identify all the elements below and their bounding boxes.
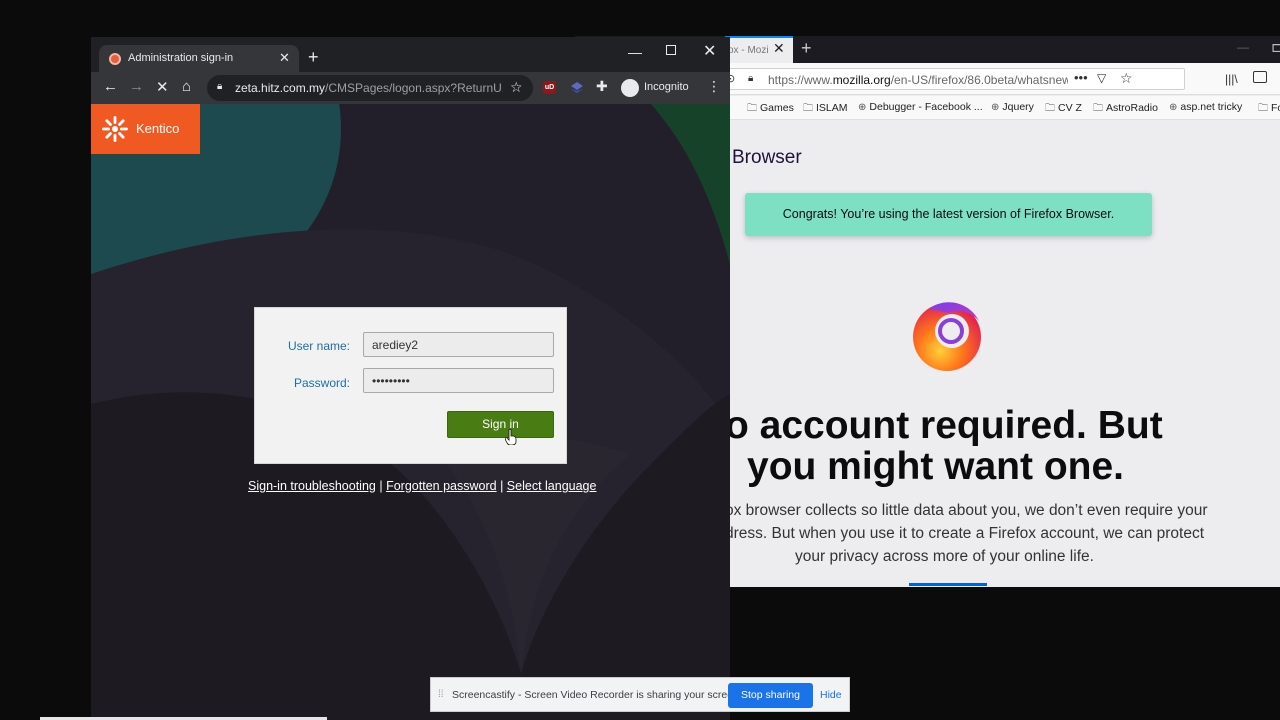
firefox-bookmark-star-icon[interactable]: ☆	[1120, 70, 1133, 87]
body-line-2: dress. But when you use it to create a F…	[725, 525, 1205, 542]
folder-icon: 🗀	[1093, 103, 1103, 114]
body-line-1: ox browser collects so little data about…	[725, 502, 1208, 519]
extensions-puzzle-icon[interactable]: ✚	[596, 78, 608, 95]
login-links: Sign-in troubleshooting | Forgotten pass…	[248, 479, 596, 493]
stop-sharing-button[interactable]: Stop sharing	[728, 683, 813, 708]
tab-favicon-icon	[109, 53, 121, 65]
maximize-icon[interactable]	[666, 45, 676, 55]
headline-line-1: o account required. But	[725, 404, 1163, 447]
drag-handle-icon[interactable]: ⁞⁞	[438, 689, 444, 700]
bookmark-item-cvz[interactable]: 🗀 CV Z	[1045, 101, 1082, 118]
bookmark-item-games[interactable]: 🗀 Games	[747, 101, 794, 118]
firefox-url-text: https://www.mozilla.org/en-US/firefox/86…	[768, 73, 1068, 87]
bookmark-item-aspnet[interactable]: ⊕ asp.net tricky	[1169, 101, 1242, 113]
firefox-new-tab-icon[interactable]: +	[801, 38, 812, 59]
select-language-link[interactable]: Select language	[507, 479, 597, 493]
minimize-icon[interactable]: —	[628, 44, 642, 60]
folder-icon: 🗀	[803, 103, 813, 114]
hide-button[interactable]: Hide	[820, 689, 842, 701]
desktop: ox - Mozi ✕ + — ⊏ ⊙ 🔒︎ https://www.mozil…	[0, 0, 1280, 720]
username-label: User name:	[287, 339, 350, 353]
firefox-tab-title: ox - Mozi	[728, 45, 769, 56]
firefox-minimize-icon[interactable]: —	[1237, 40, 1249, 54]
forgotten-password-link[interactable]: Forgotten password	[386, 479, 496, 493]
bookmark-item-debugger[interactable]: ⊕ Debugger - Facebook ...	[858, 101, 983, 113]
chrome-window: Administration sign-in ✕ + — ✕ ← → ✕ ⌂ 🔒…	[91, 37, 730, 720]
folder-icon: 🗀	[747, 103, 757, 114]
back-arrow-icon[interactable]: ←	[103, 78, 118, 95]
bookmark-item-astroradio[interactable]: 🗀 AstroRadio	[1093, 101, 1158, 118]
firefox-tab-close-icon[interactable]: ✕	[773, 40, 785, 57]
sign-in-troubleshooting-link[interactable]: Sign-in troubleshooting	[248, 479, 376, 493]
link-separator: |	[379, 479, 383, 493]
password-field[interactable]: •••••••••	[363, 368, 554, 393]
firefox-body-text: ox browser collects so little data about…	[725, 499, 1280, 568]
body-line-3: your privacy across more of your online …	[795, 548, 1094, 565]
layers-extension-icon[interactable]	[570, 81, 584, 94]
incognito-icon[interactable]	[621, 79, 639, 97]
chrome-title-bar: Administration sign-in ✕ + — ✕	[91, 37, 730, 72]
bookmark-item-jquery[interactable]: ⊕ Jquery	[991, 101, 1034, 113]
tab-close-icon[interactable]: ✕	[279, 50, 290, 66]
forward-arrow-icon[interactable]: →	[129, 78, 144, 95]
firefox-sidebar-icon[interactable]	[1253, 71, 1267, 83]
headline-line-2: you might want one.	[747, 445, 1124, 488]
congrats-banner: Congrats! You’re using the latest versio…	[745, 193, 1152, 236]
globe-icon: ⊕	[858, 102, 867, 113]
firefox-pocket-icon[interactable]: ▽	[1097, 71, 1106, 85]
firefox-close-icon[interactable]: ⊏	[1271, 39, 1280, 56]
password-label: Password:	[293, 376, 350, 390]
chrome-toolbar: ← → ✕ ⌂ 🔒︎ zeta.hitz.com.my/CMSPages/log…	[91, 72, 730, 104]
chrome-tab-title: Administration sign-in	[128, 52, 234, 64]
firefox-library-icon[interactable]: |||\	[1225, 72, 1238, 86]
stop-loading-icon[interactable]: ✕	[156, 78, 169, 96]
firefox-cta-underline	[909, 583, 987, 586]
firefox-logo-icon	[913, 302, 981, 371]
folder-icon: 🗀	[1258, 103, 1268, 114]
firefox-headline: o account required. But you might want o…	[725, 405, 1280, 487]
chrome-tab[interactable]: Administration sign-in ✕	[99, 45, 299, 72]
new-tab-icon[interactable]: +	[308, 48, 319, 66]
bookmark-item-islam[interactable]: 🗀 ISLAM	[803, 101, 848, 118]
more-menu-icon[interactable]: ⋮	[707, 78, 721, 95]
lock-icon: 🔒︎	[217, 81, 223, 92]
kentico-login-page: Kentico User name: arediey2 Password: ••…	[91, 104, 730, 720]
firefox-brand-text: Browser	[732, 147, 802, 168]
bookmark-star-icon[interactable]: ☆	[510, 79, 523, 96]
login-form: User name: arediey2 Password: ••••••••• …	[254, 307, 567, 464]
username-field[interactable]: arediey2	[363, 332, 554, 357]
firefox-page-actions-icon[interactable]: •••	[1074, 70, 1088, 85]
globe-icon: ⊕	[991, 102, 1000, 113]
firefox-lock-icon: 🔒︎	[748, 73, 754, 84]
folder-icon: 🗀	[1045, 103, 1055, 114]
address-bar[interactable]: 🔒︎ zeta.hitz.com.my/CMSPages/logon.aspx?…	[207, 75, 533, 101]
kentico-logo-text: Kentico	[136, 121, 180, 136]
url-text: zeta.hitz.com.my/CMSPages/logon.aspx?Ret…	[235, 81, 503, 95]
kentico-logo[interactable]: Kentico	[91, 104, 200, 154]
firefox-url-bar[interactable]: ⊙ 🔒︎ https://www.mozilla.org/en-US/firef…	[721, 68, 1185, 90]
sharing-message: Screencastify - Screen Video Recorder is…	[452, 689, 742, 701]
window-close-icon[interactable]: ✕	[703, 41, 716, 61]
kentico-flower-icon	[102, 116, 128, 142]
link-separator: |	[500, 479, 504, 493]
ublock-extension-icon[interactable]: uD	[543, 81, 556, 94]
bookmark-item-folder[interactable]: 🗀Fo	[1258, 101, 1280, 118]
globe-icon: ⊕	[1169, 102, 1178, 113]
sign-in-button[interactable]: Sign in	[447, 411, 554, 438]
hand-cursor-icon	[505, 429, 517, 445]
screen-sharing-bar: ⁞⁞ Screencastify - Screen Video Recorder…	[430, 677, 850, 712]
home-icon[interactable]: ⌂	[182, 78, 191, 95]
incognito-label: Incognito	[644, 81, 689, 93]
